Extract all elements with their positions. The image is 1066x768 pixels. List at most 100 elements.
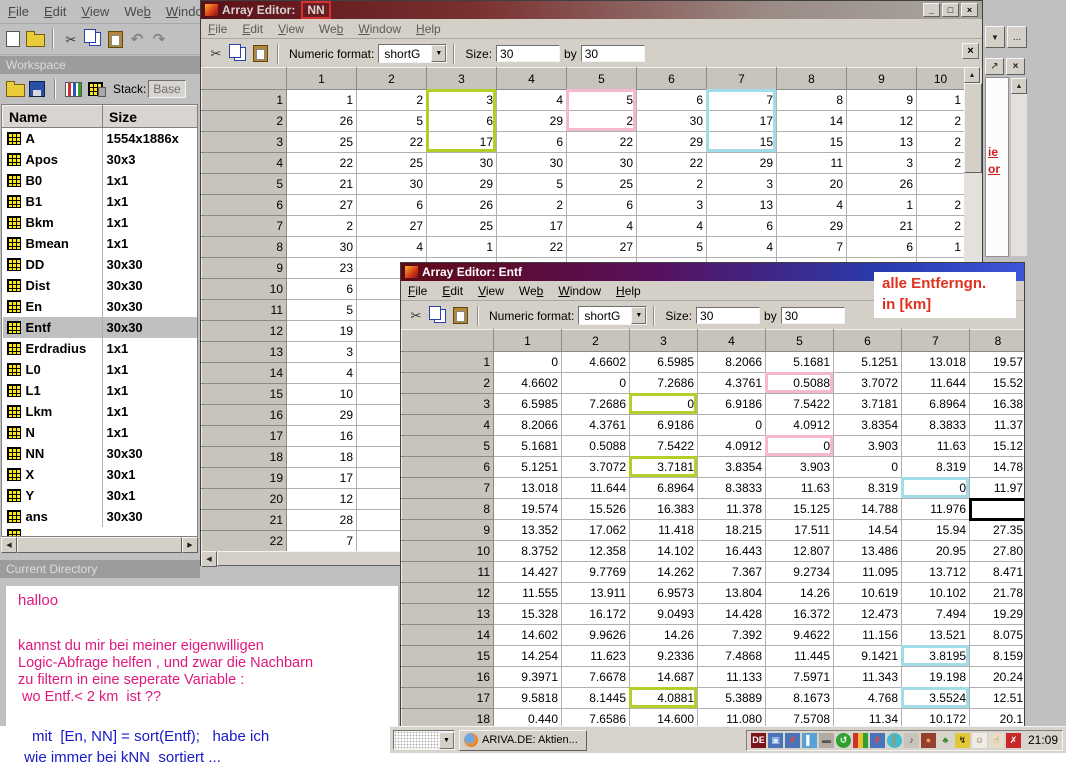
cell-15-6[interactable]: 9.1421 [834,646,902,667]
menu-item-web[interactable]: Web [519,284,543,298]
row-header-21[interactable]: 21 [202,510,287,531]
cell-17-6[interactable]: 4.768 [834,688,902,709]
cell-4-4[interactable]: 30 [497,153,567,174]
network-error-icon-2[interactable]: ✗ [870,733,885,748]
cell-7-2[interactable]: 27 [357,216,427,237]
row-header-2[interactable]: 2 [402,373,494,394]
usb-device-icon[interactable]: ▌ [802,733,817,748]
cell-10-1[interactable]: 6 [287,279,357,300]
cut-icon[interactable]: ✂ [405,305,427,327]
column-header-8[interactable]: 8 [970,330,1025,352]
cell-17-2[interactable]: 8.1445 [562,688,630,709]
row-header-2[interactable]: 2 [202,111,287,132]
cell-4-3[interactable]: 6.9186 [630,415,698,436]
variable-row-En[interactable]: En30x30 [3,296,198,317]
cell-3-3[interactable]: 17 [427,132,497,153]
cell-10-8[interactable]: 27.80 [970,541,1025,562]
cell-7-2[interactable]: 11.644 [562,478,630,499]
cell-4-3[interactable]: 30 [427,153,497,174]
cell-17-1[interactable]: 16 [287,426,357,447]
cell-7-1[interactable]: 13.018 [494,478,562,499]
variable-row-A[interactable]: A1554x1886x [3,128,198,150]
column-header-8[interactable]: 8 [777,68,847,90]
cell-17-5[interactable]: 8.1673 [766,688,834,709]
cell-1-7[interactable]: 7 [707,90,777,111]
cell-16-1[interactable]: 29 [287,405,357,426]
close-icon[interactable]: × [1006,58,1025,75]
cell-14-7[interactable]: 13.521 [902,625,970,646]
hand-icon[interactable]: ☝ [989,733,1004,748]
hyperlink-or[interactable]: or [988,161,1008,178]
cell-16-7[interactable]: 19.198 [902,667,970,688]
cell-3-2[interactable]: 7.2686 [562,394,630,415]
cell-5-6[interactable]: 3.903 [834,436,902,457]
cell-6-3[interactable]: 3.7181 [630,457,698,478]
cell-17-8[interactable]: 12.51 [970,688,1025,709]
cell-1-5[interactable]: 5.1681 [766,352,834,373]
row-header-11[interactable]: 11 [202,300,287,321]
cell-3-4[interactable]: 6.9186 [698,394,766,415]
pause-icon[interactable]: ║ [887,733,902,748]
cell-19-1[interactable]: 17 [287,468,357,489]
cell-8-9[interactable]: 6 [847,237,917,258]
cell-7-8[interactable]: 11.97 [970,478,1025,499]
cell-8-10[interactable]: 1 [917,237,965,258]
cell-4-4[interactable]: 0 [698,415,766,436]
cell-2-6[interactable]: 30 [637,111,707,132]
paste-icon[interactable] [249,43,271,65]
cell-10-6[interactable]: 13.486 [834,541,902,562]
cell-1-7[interactable]: 13.018 [902,352,970,373]
scrollbar-thumb[interactable] [964,83,982,173]
cell-6-9[interactable]: 1 [847,195,917,216]
row-header-17[interactable]: 17 [402,688,494,709]
column-header-6[interactable]: 6 [637,68,707,90]
cell-6-6[interactable]: 0 [834,457,902,478]
cell-15-3[interactable]: 9.2336 [630,646,698,667]
row-header-15[interactable]: 15 [402,646,494,667]
cell-16-1[interactable]: 9.3971 [494,667,562,688]
open-file-icon[interactable] [24,28,46,50]
cell-7-3[interactable]: 6.8964 [630,478,698,499]
cell-16-4[interactable]: 11.133 [698,667,766,688]
variable-row-Y[interactable]: Y30x1 [3,485,198,506]
taskbar-combo[interactable]: ▼ [393,730,455,750]
cell-1-3[interactable]: 6.5985 [630,352,698,373]
cell-3-7[interactable]: 6.8964 [902,394,970,415]
column-header-3[interactable]: 3 [427,68,497,90]
cell-13-8[interactable]: 19.29 [970,604,1025,625]
row-header-13[interactable]: 13 [402,604,494,625]
right-scrollbar[interactable]: ▲ [1011,78,1027,256]
cell-4-8[interactable]: 11.37 [970,415,1025,436]
column-header-7[interactable]: 7 [707,68,777,90]
paste-icon[interactable] [449,305,471,327]
cell-12-2[interactable]: 13.911 [562,583,630,604]
cell-4-1[interactable]: 22 [287,153,357,174]
close-button[interactable]: × [961,3,978,17]
cell-9-4[interactable]: 18.215 [698,520,766,541]
cell-9-8[interactable]: 27.35 [970,520,1025,541]
cell-16-3[interactable]: 14.687 [630,667,698,688]
scroll-up-icon[interactable]: ▲ [964,67,980,83]
cell-8-6[interactable]: 5 [637,237,707,258]
menu-item-web[interactable]: Web [124,4,151,19]
cell-15-8[interactable]: 8.159 [970,646,1025,667]
cell-5-8[interactable]: 15.12 [970,436,1025,457]
cell-16-6[interactable]: 11.343 [834,667,902,688]
cell-15-5[interactable]: 11.445 [766,646,834,667]
cell-4-10[interactable]: 2 [917,153,965,174]
cell-3-4[interactable]: 6 [497,132,567,153]
cell-7-7[interactable]: 0 [902,478,970,499]
cell-3-5[interactable]: 22 [567,132,637,153]
copy-icon[interactable] [427,305,449,327]
variable-row-DD[interactable]: DD30x30 [3,254,198,275]
cell-2-5[interactable]: 2 [567,111,637,132]
cell-2-3[interactable]: 6 [427,111,497,132]
row-header-12[interactable]: 12 [402,583,494,604]
cell-10-5[interactable]: 12.807 [766,541,834,562]
cell-6-3[interactable]: 26 [427,195,497,216]
cell-22-1[interactable]: 7 [287,531,357,552]
cell-8-8[interactable]: 7 [777,237,847,258]
open-file-icon[interactable] [4,78,26,100]
cell-8-1[interactable]: 30 [287,237,357,258]
size-cols-input[interactable] [581,45,645,62]
